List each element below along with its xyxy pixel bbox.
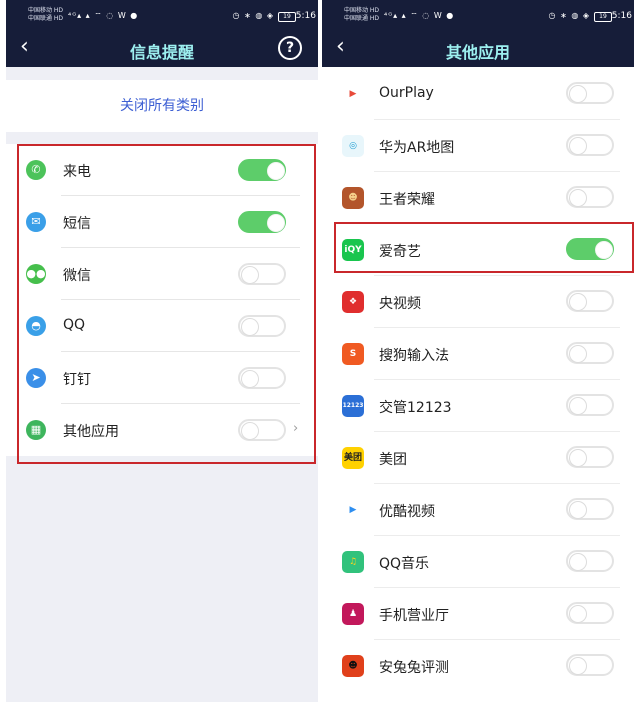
page-title: 信息提醒 [129,43,194,62]
close-all-label: 关闭所有类别 [120,98,204,114]
battery-icon: 19 [594,12,612,22]
app-label: OurPlay [379,85,434,101]
notification-toggle[interactable] [566,82,614,104]
carrier-label: 中国移动 HD [28,7,64,14]
app-row-antutu[interactable]: ☻ 安兔兔评测 [322,640,634,692]
app-label: 安兔兔评测 [379,660,449,676]
app-label: 美团 [379,452,407,468]
notification-toggle[interactable] [566,446,614,468]
app-row-sogou-input[interactable]: S 搜狗输入法 [322,328,634,380]
mobile-hall-icon: ♟ [342,603,364,625]
app-row-meituan[interactable]: 美团 美团 [322,432,634,484]
system-icons: ◷ ∗ ◍ ◈ [232,11,274,20]
meituan-icon: 美团 [342,447,364,469]
toggle-knob [569,293,587,311]
app-row-qq-music[interactable]: ♫ QQ音乐 [322,536,634,588]
qq-music-icon: ♫ [342,551,364,573]
notification-toggle[interactable] [566,550,614,572]
sogou-input-icon: S [342,343,364,365]
toggle-knob [569,397,587,415]
ourplay-icon: ▶ [342,83,364,105]
toggle-knob [569,345,587,363]
app-label: 王者荣耀 [379,192,435,208]
notification-toggle[interactable] [566,602,614,624]
notification-toggle[interactable] [566,290,614,312]
status-bar: 中国移动 HD 中国联通 HD ⁴ᴳ▴ ▴ ⌔ ◌ W ● ◷ ∗ ◍ ◈ 19… [322,0,634,30]
toggle-knob [569,189,587,207]
app-label: QQ音乐 [379,556,430,572]
highlight-box [17,144,316,464]
clock: 5:16 [611,11,632,21]
nav-bar: ‹ 其他应用 [322,30,634,67]
carrier-label: 中国移动 HD [344,7,380,14]
toggle-knob [569,501,587,519]
help-icon[interactable]: ? [278,36,302,60]
app-label: 交管12123 [379,400,452,416]
other-apps-screen: 中国移动 HD 中国联通 HD ⁴ᴳ▴ ▴ ⌔ ◌ W ● ◷ ∗ ◍ ◈ 19… [322,0,634,702]
app-label: 优酷视频 [379,504,435,520]
clock: 5:16 [295,11,316,21]
notification-toggle[interactable] [566,394,614,416]
antutu-icon: ☻ [342,655,364,677]
carrier-label: 中国联通 HD [28,15,64,22]
notification-toggle[interactable] [566,342,614,364]
app-row-traffic-12123[interactable]: 12123 交管12123 [322,380,634,432]
app-row-honor-of-kings[interactable]: ☻ 王者荣耀 [322,172,634,224]
app-row-youku[interactable]: ▶ 优酷视频 [322,484,634,536]
toggle-knob [569,449,587,467]
carrier-label: 中国联通 HD [344,15,380,22]
app-label: 手机营业厅 [379,608,449,624]
system-icons: ◷ ∗ ◍ ◈ [548,11,590,20]
toggle-knob [569,605,587,623]
app-row-mobile-hall[interactable]: ♟ 手机营业厅 [322,588,634,640]
app-list: ▶ OurPlay ◎ 华为AR地图 ☻ 王者荣耀 iQY 爱奇艺 ❖ 央视频 S 搜狗输入法 1212… [322,68,634,692]
toggle-knob [569,137,587,155]
page-title: 其他应用 [445,43,510,62]
toggle-knob [569,85,587,103]
battery-icon: 19 [278,12,296,22]
youku-icon: ▶ [342,499,364,521]
app-label: 华为AR地图 [379,140,455,156]
signal-icons: ⁴ᴳ▴ ▴ ⌔ ◌ W ● [68,11,139,20]
signal-icons: ⁴ᴳ▴ ▴ ⌔ ◌ W ● [384,11,455,20]
cctv-video-icon: ❖ [342,291,364,313]
toggle-knob [569,553,587,571]
notification-toggle[interactable] [566,186,614,208]
notification-toggle[interactable] [566,654,614,676]
notification-toggle[interactable] [566,134,614,156]
app-row-huawei-ar-map[interactable]: ◎ 华为AR地图 [322,120,634,172]
notification-settings-screen: 中国移动 HD 中国联通 HD ⁴ᴳ▴ ▴ ⌔ ◌ W ● ◷ ∗ ◍ ◈ 19… [6,0,318,702]
honor-of-kings-icon: ☻ [342,187,364,209]
huawei-ar-map-icon: ◎ [342,135,364,157]
app-row-cctv-video[interactable]: ❖ 央视频 [322,276,634,328]
toggle-knob [569,657,587,675]
highlight-box [334,222,634,273]
status-bar: 中国移动 HD 中国联通 HD ⁴ᴳ▴ ▴ ⌔ ◌ W ● ◷ ∗ ◍ ◈ 19… [6,0,318,30]
notification-toggle[interactable] [566,498,614,520]
app-label: 搜狗输入法 [379,348,449,364]
close-all-categories-button[interactable]: 关闭所有类别 [6,80,318,132]
app-label: 央视频 [379,296,421,312]
nav-bar: ‹ 信息提醒 ? [6,30,318,67]
traffic-12123-icon: 12123 [342,395,364,417]
app-row-ourplay[interactable]: ▶ OurPlay [322,68,634,120]
